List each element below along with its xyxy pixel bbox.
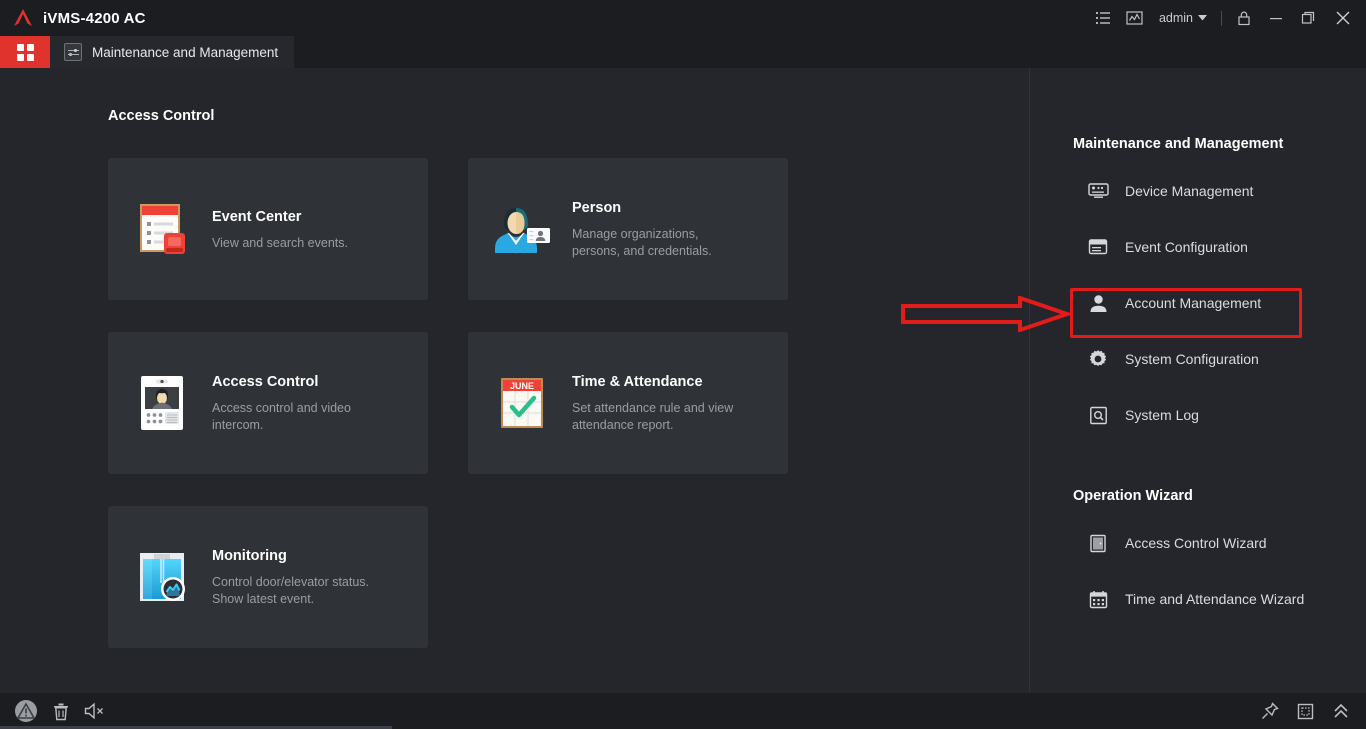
mute-speaker-icon[interactable] xyxy=(84,702,106,720)
tab-maintenance-and-management[interactable]: Maintenance and Management xyxy=(50,36,295,68)
card-description: View and search events. xyxy=(212,235,348,250)
app-brand: iVMS-4200 AC xyxy=(0,7,146,29)
card-description: Manage organizations, persons, and crede… xyxy=(572,227,712,258)
card-monitoring[interactable]: Monitoring Control door/elevator status.… xyxy=(108,506,428,648)
sidebar-item-event-configuration[interactable]: Event Configuration xyxy=(1073,230,1366,264)
window-controls: admin xyxy=(1087,0,1366,36)
sidebar-item-label: Event Configuration xyxy=(1125,239,1248,255)
card-description: Set attendance rule and view attendance … xyxy=(572,401,734,432)
settings-sliders-icon xyxy=(64,43,82,61)
sidebar-item-time-attendance-wizard[interactable]: Time and Attendance Wizard xyxy=(1073,582,1366,616)
status-bar xyxy=(0,693,1366,729)
sidebar-item-label: Access Control Wizard xyxy=(1125,535,1267,551)
gear-icon xyxy=(1087,348,1109,370)
card-row: Monitoring Control door/elevator status.… xyxy=(108,506,798,648)
module-card-grid: Event Center View and search events. Per… xyxy=(108,158,798,680)
chevrons-up-icon[interactable] xyxy=(1332,702,1350,720)
sidebar-item-label: Time and Attendance Wizard xyxy=(1125,591,1305,607)
sidebar-item-access-control-wizard[interactable]: Access Control Wizard xyxy=(1073,526,1366,560)
right-panel-section-title-wizard: Operation Wizard xyxy=(1073,488,1193,504)
calendar-month-label: JUNE xyxy=(510,381,534,391)
card-row: Access Control Access control and video … xyxy=(108,332,798,474)
sidebar-item-label: System Log xyxy=(1125,407,1199,423)
card-time-attendance[interactable]: JUNE Time & Attendance Set attendance ru… xyxy=(468,332,788,474)
card-title: Time & Attendance xyxy=(572,374,703,390)
card-person[interactable]: Person Manage organizations, persons, an… xyxy=(468,158,788,300)
sidebar-item-system-log[interactable]: System Log xyxy=(1073,398,1366,432)
sidebar-item-label: System Configuration xyxy=(1125,351,1259,367)
toolbar-divider xyxy=(1221,10,1222,26)
lock-icon[interactable] xyxy=(1228,0,1260,36)
door-wizard-icon xyxy=(1087,532,1109,554)
card-row: Event Center View and search events. Per… xyxy=(108,158,798,300)
calendar-check-icon: JUNE xyxy=(490,371,554,435)
door-station-icon xyxy=(130,371,194,435)
card-title: Person xyxy=(572,200,622,216)
statistics-icon[interactable] xyxy=(1119,0,1151,36)
log-search-icon xyxy=(1087,404,1109,426)
door-monitor-icon xyxy=(130,545,194,609)
pin-icon[interactable] xyxy=(1261,702,1279,720)
card-title: Monitoring xyxy=(212,548,287,564)
device-icon xyxy=(1087,180,1109,202)
sidebar-item-label: Account Management xyxy=(1125,295,1262,311)
tab-label: Maintenance and Management xyxy=(92,44,279,60)
application-window: iVMS-4200 AC admin Maintenance and Manag… xyxy=(0,0,1366,729)
close-icon[interactable] xyxy=(1324,0,1362,36)
panel-divider xyxy=(1029,68,1030,693)
right-panel-section-title-maintenance: Maintenance and Management xyxy=(1073,136,1284,152)
user-name-label: admin xyxy=(1158,11,1193,25)
event-config-icon xyxy=(1087,236,1109,258)
grid-menu-icon[interactable] xyxy=(0,36,50,68)
sidebar-item-device-management[interactable]: Device Management xyxy=(1073,174,1366,208)
sidebar-item-account-management[interactable]: Account Management xyxy=(1073,286,1366,320)
card-description: Control door/elevator status. Show lates… xyxy=(212,575,370,606)
right-panel: Maintenance and Management Device Manage… xyxy=(1073,68,1366,616)
event-list-alarm-icon xyxy=(130,197,194,261)
page-title: Access Control xyxy=(108,108,215,124)
app-title: iVMS-4200 AC xyxy=(43,9,146,27)
minimize-icon[interactable] xyxy=(1260,0,1292,36)
person-id-card-icon xyxy=(490,197,554,261)
maximize-icon[interactable] xyxy=(1292,0,1324,36)
user-account-icon xyxy=(1087,292,1109,314)
title-bar: iVMS-4200 AC admin xyxy=(0,0,1366,36)
user-menu[interactable]: admin xyxy=(1151,0,1215,36)
hik-triangle-logo-icon xyxy=(12,7,34,29)
list-view-icon[interactable] xyxy=(1087,0,1119,36)
sidebar-item-label: Device Management xyxy=(1125,183,1254,199)
card-title: Event Center xyxy=(212,208,302,225)
card-title: Access Control xyxy=(212,374,319,390)
panel-icon[interactable] xyxy=(1297,703,1314,720)
alarm-warning-icon[interactable] xyxy=(14,699,38,723)
card-description: Access control and video intercom. xyxy=(212,401,351,432)
calendar-wizard-icon xyxy=(1087,588,1109,610)
card-access-control[interactable]: Access Control Access control and video … xyxy=(108,332,428,474)
card-event-center[interactable]: Event Center View and search events. xyxy=(108,158,428,300)
sidebar-item-system-configuration[interactable]: System Configuration xyxy=(1073,342,1366,376)
tab-bar: Maintenance and Management xyxy=(0,36,1366,68)
trash-icon[interactable] xyxy=(52,702,70,721)
chevron-down-icon xyxy=(1198,15,1207,21)
